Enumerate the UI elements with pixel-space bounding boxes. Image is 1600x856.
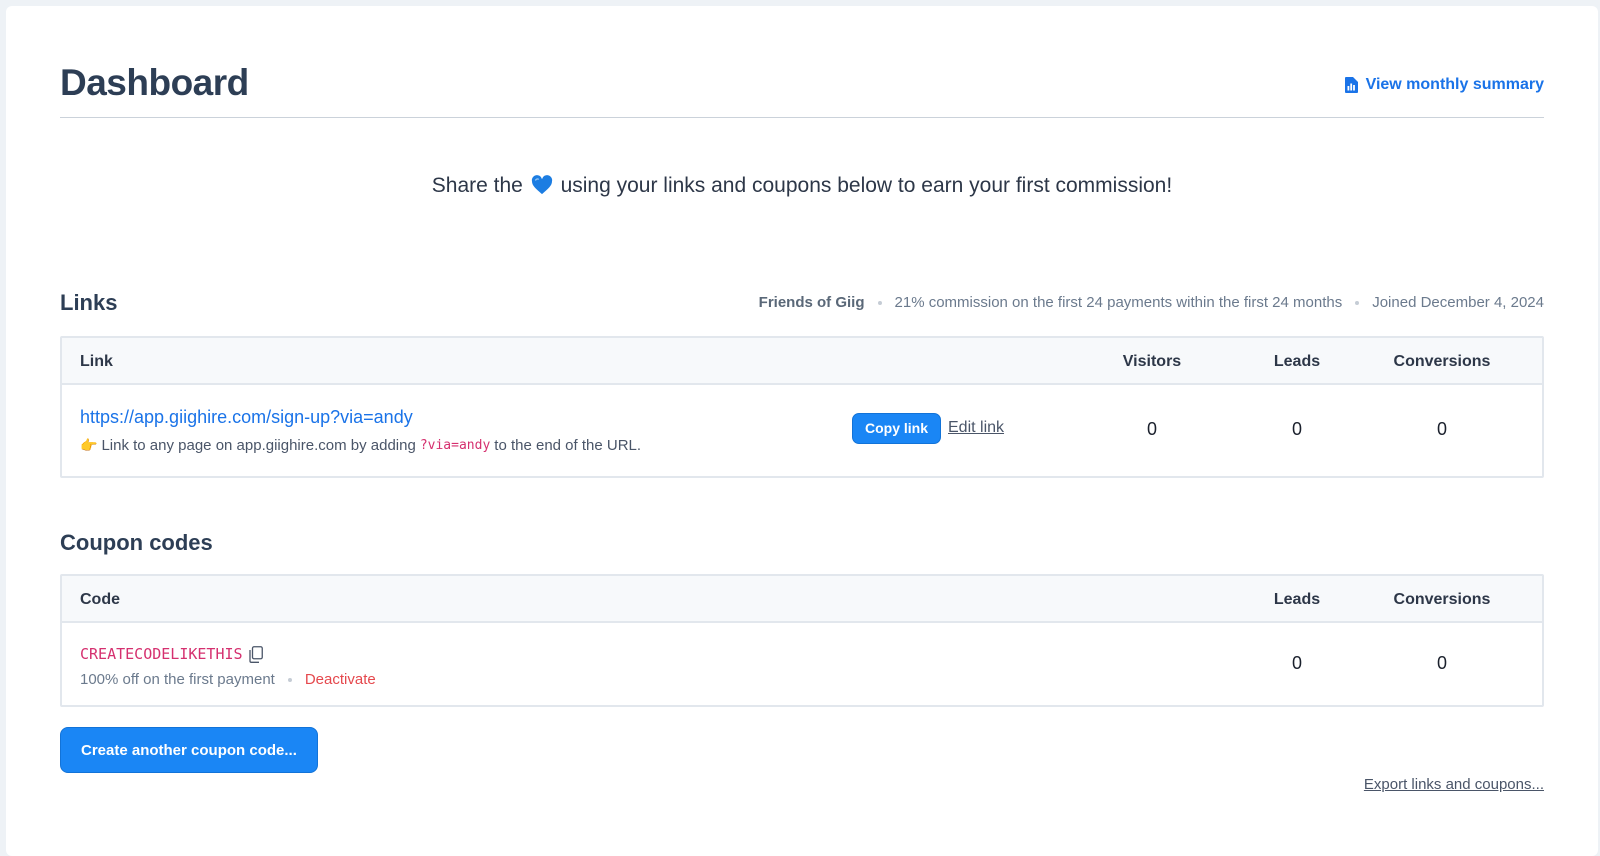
share-text-after: using your links and coupons below to ea…	[560, 174, 1173, 197]
column-header-leads: Leads	[1273, 591, 1321, 608]
coupon-code: CREATECODELIKETHIS	[80, 645, 263, 663]
visitors-count: 0	[1146, 419, 1157, 439]
view-monthly-summary-label: View monthly summary	[1365, 76, 1544, 93]
view-monthly-summary-link[interactable]: View monthly summary	[1344, 76, 1544, 94]
coupon-leads-count: 0	[1291, 653, 1302, 673]
meta-separator	[287, 677, 292, 682]
coupon-section-title: Coupon codes	[60, 530, 213, 555]
coupon-description: 100% off on the first payment Deactivate	[80, 671, 376, 688]
coupon-discount-text: 100% off on the first payment	[80, 671, 275, 688]
links-section-header: Links Friends of Giig 21% commission on …	[60, 290, 1544, 320]
coupon-table-header: Code Leads Conversions	[62, 576, 1542, 623]
pointing-hand-icon: 👉	[80, 437, 98, 453]
copy-link-button[interactable]: Copy link	[852, 413, 942, 444]
meta-separator	[877, 300, 882, 305]
copy-icon[interactable]	[248, 645, 263, 663]
coupon-code-text: CREATECODELIKETHIS	[80, 645, 243, 663]
column-header-code: Code	[80, 591, 120, 608]
blue-heart-icon	[531, 175, 552, 195]
coupon-section-header: Coupon codes	[60, 530, 1544, 556]
column-header-conversions: Conversions	[1393, 591, 1491, 608]
create-coupon-button[interactable]: Create another coupon code...	[60, 727, 318, 773]
meta-separator	[1355, 300, 1360, 305]
share-text-before: Share the	[431, 174, 523, 197]
table-row: https://app.giighire.com/sign-up?via=and…	[62, 385, 1542, 476]
links-table: Link Visitors Leads Conversions https://…	[60, 336, 1544, 478]
link-hint-code: ?via=andy	[419, 438, 491, 453]
column-header-link: Link	[80, 353, 113, 370]
joined-date: Joined December 4, 2024	[1372, 294, 1544, 311]
bar-chart-document-icon	[1344, 77, 1358, 93]
export-links-coupons-link[interactable]: Export links and coupons...	[1364, 776, 1544, 793]
commission-text: 21% commission on the first 24 payments …	[894, 294, 1343, 311]
link-hint-text-after: to the end of the URL.	[494, 437, 642, 454]
page-header: Dashboard View monthly summary	[60, 56, 1544, 118]
share-message: Share the using your links and coupons b…	[6, 174, 1598, 198]
leads-count: 0	[1291, 419, 1302, 439]
dashboard-card: Dashboard View monthly summary Share the…	[6, 6, 1598, 856]
referral-link[interactable]: https://app.giighire.com/sign-up?via=and…	[80, 407, 413, 428]
link-hint: 👉 Link to any page on app.giighire.com b…	[80, 437, 641, 454]
link-hint-text-before: Link to any page on app.giighire.com by …	[101, 437, 416, 454]
links-section-title: Links	[60, 290, 118, 315]
deactivate-coupon-link[interactable]: Deactivate	[305, 671, 376, 688]
table-row: CREATECODELIKETHIS 100% off on the first…	[62, 623, 1542, 705]
page-title: Dashboard	[60, 62, 249, 103]
program-name: Friends of Giig	[758, 294, 865, 311]
edit-link-button[interactable]: Edit link	[948, 419, 1004, 437]
column-header-leads: Leads	[1273, 353, 1321, 370]
program-meta: Friends of Giig 21% commission on the fi…	[759, 294, 1544, 311]
conversions-count: 0	[1436, 419, 1447, 439]
coupon-conversions-count: 0	[1436, 653, 1447, 673]
column-header-visitors: Visitors	[1122, 353, 1182, 370]
column-header-conversions: Conversions	[1393, 353, 1491, 370]
coupon-table: Code Leads Conversions CREATECODELIKETHI…	[60, 574, 1544, 707]
links-table-header: Link Visitors Leads Conversions	[62, 338, 1542, 385]
